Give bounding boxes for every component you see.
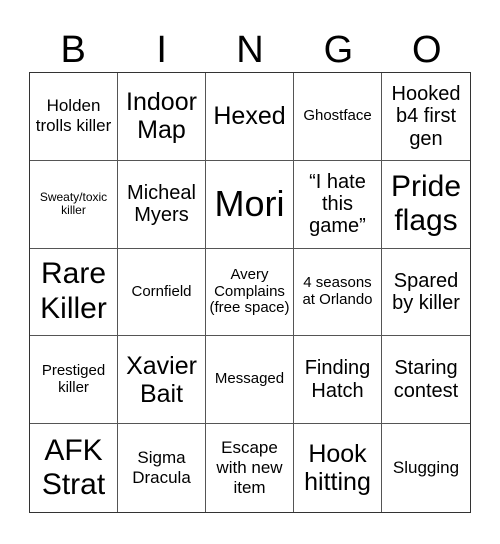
bingo-cell-text: 4 seasons at Orlando [302, 274, 373, 308]
bingo-cell[interactable]: Slugging [382, 424, 470, 512]
bingo-cell[interactable]: Hexed [206, 73, 294, 161]
bingo-cell[interactable]: Finding Hatch [294, 336, 382, 425]
bingo-cell[interactable]: Pride flags [382, 161, 470, 249]
bingo-cell-text: Mori [214, 183, 285, 225]
bingo-header: B I N G O [29, 28, 471, 72]
bingo-cell[interactable]: Sigma Dracula [118, 424, 206, 512]
bingo-cell-text: Hook hitting [304, 440, 371, 497]
bingo-cell[interactable]: Hook hitting [294, 424, 382, 512]
bingo-cell-text: Slugging [392, 457, 460, 477]
bingo-cell-text: Spared by killer [392, 269, 460, 314]
bingo-grid: Holden trolls killer Indoor Map Hexed Ghost… [29, 72, 471, 513]
bingo-cell[interactable]: Rare Killer [30, 248, 118, 337]
bingo-cell-text: Hexed [213, 102, 286, 131]
bingo-cell[interactable]: Mori [206, 160, 294, 249]
bingo-cell[interactable]: Escape with new item [206, 424, 294, 512]
bingo-cell-text: Ghostface [303, 107, 372, 124]
bingo-cell-text: Finding Hatch [304, 357, 371, 402]
bingo-cell[interactable]: Xavier Bait [118, 336, 206, 425]
bingo-cell[interactable]: Holden trolls killer [30, 73, 118, 161]
bingo-cell[interactable]: AFK Strat [30, 424, 118, 512]
bingo-cell[interactable]: Prestiged killer [30, 336, 118, 425]
bingo-cell[interactable]: Cornfield [118, 248, 206, 337]
bingo-cell-text: Indoor Map [126, 88, 197, 145]
bingo-cell-text: Pride flags [390, 169, 462, 238]
header-letter-b: B [60, 29, 86, 71]
bingo-cell[interactable]: “I hate this game” [294, 160, 382, 249]
bingo-cell[interactable]: Indoor Map [118, 73, 206, 161]
bingo-cell[interactable]: Micheal Myers [118, 160, 206, 249]
bingo-cell-text: “I hate this game” [309, 170, 366, 238]
bingo-cell-text: Rare Killer [40, 257, 107, 325]
bingo-cell[interactable]: 4 seasons at Orlando [294, 248, 382, 337]
bingo-cell-text: AFK Strat [41, 433, 106, 502]
bingo-cell-text: Messaged [214, 370, 285, 388]
bingo-cell[interactable]: Staring contest [382, 336, 470, 425]
bingo-cell-text: Cornfield [131, 282, 192, 300]
bingo-cell[interactable]: Ghostface [294, 73, 382, 161]
bingo-cell[interactable]: Avery Complains (free space) [206, 248, 294, 337]
bingo-cell-text: Sweaty/toxic killer [39, 189, 108, 218]
header-letter-i: I [156, 29, 167, 71]
bingo-cell-text: Staring contest [393, 357, 459, 402]
bingo-cell[interactable]: Hooked b4 first gen [382, 73, 470, 161]
bingo-cell[interactable]: Spared by killer [382, 249, 470, 337]
bingo-cell-text: Escape with new item [216, 437, 283, 498]
bingo-cell[interactable]: Messaged [206, 336, 294, 425]
bingo-cell[interactable]: Sweaty/toxic killer [30, 160, 118, 249]
header-letter-g: G [323, 29, 354, 71]
bingo-cell-text: Holden trolls killer [35, 96, 112, 136]
bingo-cell-text: Prestiged killer [41, 361, 106, 396]
bingo-cell-text: Sigma Dracula [132, 447, 191, 488]
bingo-cell-text: Xavier Bait [126, 351, 197, 408]
bingo-cell-text: Micheal Myers [127, 181, 196, 227]
bingo-cell-text: Avery Complains (free space) [209, 265, 290, 317]
header-letter-o: O [412, 29, 442, 71]
header-letter-n: N [236, 29, 264, 71]
bingo-cell-text: Hooked b4 first gen [391, 82, 461, 150]
